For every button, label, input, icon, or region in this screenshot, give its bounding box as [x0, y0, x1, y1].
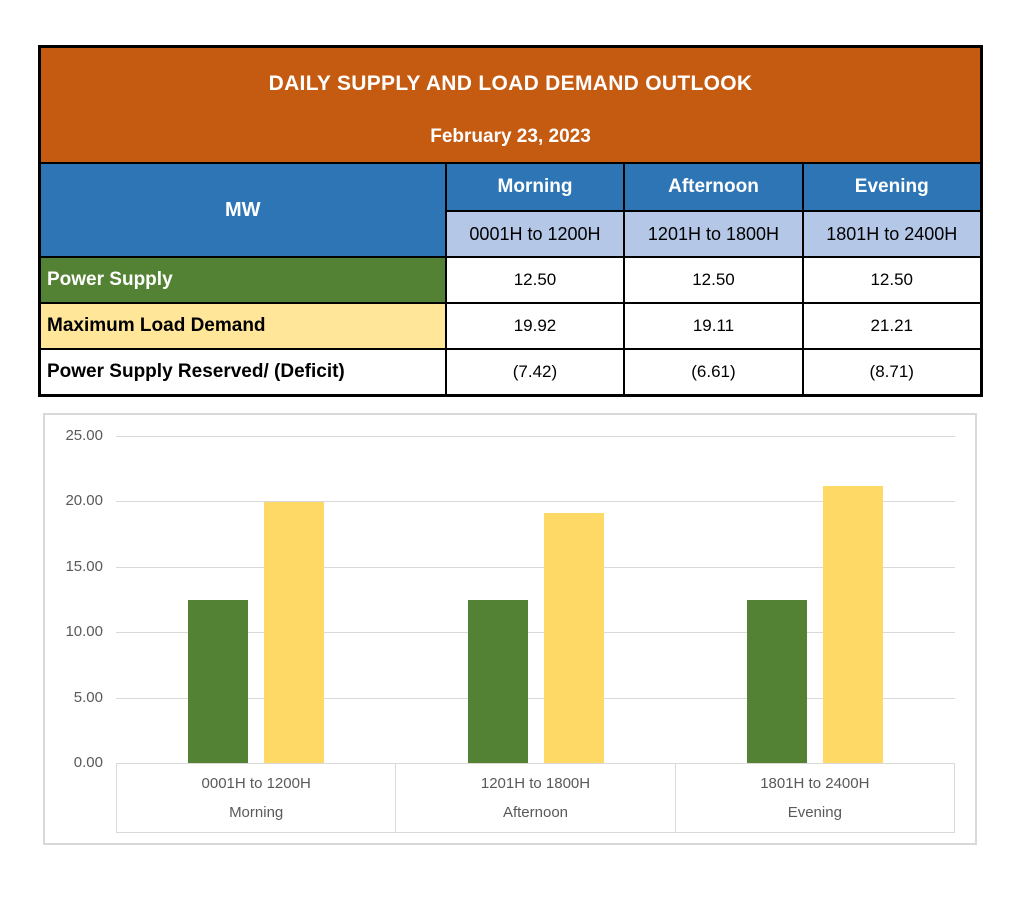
- column-subheader-morning-hours: 0001H to 1200H: [444, 210, 626, 258]
- x-axis-period-label: Evening: [787, 803, 842, 821]
- bar-maximum-load-demand: [823, 485, 884, 763]
- row-label-reserve-deficit: Power Supply Reserved/ (Deficit): [38, 348, 447, 396]
- x-axis-period-label: Afternoon: [502, 803, 569, 821]
- y-axis-tick-label: 10.00: [65, 623, 103, 641]
- cell-reserve-evening: (8.71): [801, 348, 983, 396]
- page: DAILY SUPPLY AND LOAD DEMAND OUTLOOK Feb…: [0, 0, 1024, 904]
- table-title: DAILY SUPPLY AND LOAD DEMAND OUTLOOK: [268, 72, 753, 95]
- column-header-morning: Morning: [444, 162, 626, 212]
- cell-power-supply-afternoon: 12.50: [623, 256, 804, 304]
- bar-power-supply: [187, 599, 248, 763]
- cell-reserve-morning: (7.42): [444, 348, 626, 396]
- table-row: MW Morning Afternoon Evening: [38, 162, 983, 258]
- table-date: February 23, 2023: [430, 126, 591, 147]
- cell-max-load-evening: 21.21: [801, 302, 983, 350]
- x-axis-hours-label: 0001H to 1200H: [201, 775, 311, 793]
- y-axis-tick-label: 5.00: [73, 688, 103, 706]
- x-axis-period-label: Morning: [229, 803, 284, 821]
- column-header-evening: Evening: [801, 162, 983, 212]
- row-label-max-load-demand: Maximum Load Demand: [38, 302, 447, 350]
- y-axis-tick-label: 25.00: [65, 427, 103, 444]
- bar-maximum-load-demand: [263, 502, 324, 763]
- cell-reserve-afternoon: (6.61): [623, 348, 804, 396]
- cell-max-load-morning: 19.92: [444, 302, 626, 350]
- cell-power-supply-morning: 12.50: [444, 256, 626, 304]
- gridline: [116, 436, 955, 437]
- column-subheader-afternoon-hours: 1201H to 1800H: [623, 210, 804, 258]
- y-axis-tick-label: 0.00: [73, 754, 103, 771]
- y-axis-tick-label: 15.00: [65, 557, 103, 575]
- row-label-power-supply: Power Supply: [38, 256, 447, 304]
- x-axis-hours-label: 1201H to 1800H: [480, 775, 591, 793]
- table-row: DAILY SUPPLY AND LOAD DEMAND OUTLOOK Feb…: [38, 45, 983, 164]
- bar-maximum-load-demand: [543, 513, 604, 763]
- bar-chart: 0.00 5.00 10.00 15.00 20.00 25.00 0001H to 120…: [43, 413, 977, 845]
- y-axis-tick-label: 20.00: [65, 492, 103, 510]
- bar-power-supply: [467, 599, 528, 763]
- x-axis-category: 1801H to 2400H Evening: [674, 764, 954, 832]
- x-axis-category: 0001H to 1200H Morning: [117, 764, 395, 832]
- column-subheader-evening-hours: 1801H to 2400H: [801, 210, 983, 258]
- table-row-reserve-deficit: Power Supply Reserved/ (Deficit) (7.42) …: [38, 348, 983, 396]
- x-axis-hours-label: 1801H to 2400H: [760, 775, 870, 793]
- unit-label-cell: MW: [38, 162, 447, 258]
- x-axis-category: 1201H to 1800H Afternoon: [395, 764, 674, 832]
- table-row-power-supply: Power Supply 12.50 12.50 12.50: [38, 256, 983, 304]
- table-title-cell: DAILY SUPPLY AND LOAD DEMAND OUTLOOK Feb…: [38, 45, 983, 164]
- table-row-max-load-demand: Maximum Load Demand 19.92 19.11 21.21: [38, 302, 983, 350]
- x-axis-label-box: 0001H to 1200H Morning 1201H to 1800H After…: [116, 763, 955, 833]
- cell-power-supply-evening: 12.50: [801, 256, 983, 304]
- bar-power-supply: [747, 599, 808, 763]
- column-header-afternoon: Afternoon: [623, 162, 804, 212]
- cell-max-load-afternoon: 19.11: [623, 302, 804, 350]
- supply-demand-table: DAILY SUPPLY AND LOAD DEMAND OUTLOOK Feb…: [38, 45, 983, 397]
